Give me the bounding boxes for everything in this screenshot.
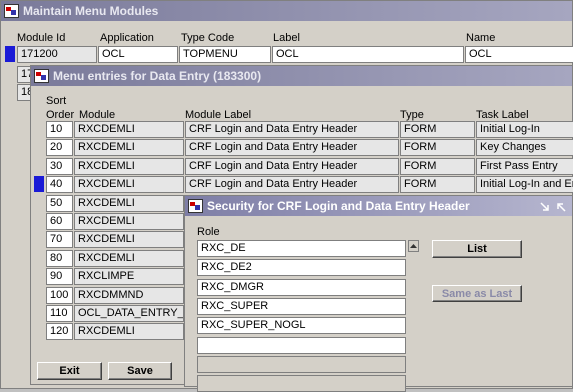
role-field[interactable] — [197, 355, 406, 373]
sort-order-field[interactable]: 60 — [46, 213, 73, 230]
sort-order-field[interactable]: 10 — [46, 121, 73, 138]
role-field[interactable] — [197, 336, 406, 354]
header-module-label: Module Label — [185, 109, 252, 121]
main-window-title: Maintain Menu Modules — [23, 4, 159, 18]
app-icon — [4, 4, 19, 18]
role-field[interactable]: RXC_SUPER — [197, 297, 406, 315]
module-field[interactable]: RXCDEMLI — [74, 323, 184, 341]
app-icon — [34, 69, 49, 83]
role-field[interactable]: RXC_DE2 — [197, 259, 406, 277]
header-type-code: Type Code — [181, 32, 235, 44]
header-sort: Sort — [46, 95, 67, 107]
application-field[interactable]: OCL — [98, 46, 178, 63]
module-field[interactable]: RXCDEMLI — [74, 157, 184, 175]
module-label-field[interactable]: CRF Login and Data Entry Header — [185, 121, 399, 138]
header-name: Name — [466, 32, 496, 44]
exit-button[interactable]: Exit — [37, 362, 102, 380]
sort-order-field[interactable]: 80 — [46, 249, 73, 267]
module-field[interactable]: RXCDEMLI — [74, 176, 184, 194]
header-role: Role — [197, 226, 220, 238]
type-code-field[interactable]: TOPMENU — [179, 46, 271, 63]
module-field[interactable]: RXCDEMLI — [74, 231, 184, 249]
name-field[interactable]: OCL — [465, 46, 573, 63]
module-field[interactable]: RXCDEMLI — [74, 121, 184, 138]
same-as-last-button[interactable]: Same as Last — [432, 285, 522, 302]
module-field[interactable]: RXCDEMLI — [74, 194, 184, 212]
sort-order-field[interactable]: 100 — [46, 286, 73, 304]
type-field[interactable]: FORM — [400, 139, 475, 157]
task-label-field[interactable]: Initial Log-In — [476, 121, 573, 138]
save-button[interactable]: Save — [108, 362, 172, 380]
module-label-field[interactable]: CRF Login and Data Entry Header — [185, 176, 399, 194]
sort-order-field[interactable]: 20 — [46, 139, 73, 157]
module-field[interactable]: RXCDEMLI — [74, 213, 184, 230]
sort-order-field[interactable]: 120 — [46, 323, 73, 341]
maximize-icon[interactable] — [555, 199, 567, 212]
module-field[interactable]: OCL_DATA_ENTRY_R — [74, 305, 184, 322]
menu-entries-title: Menu entries for Data Entry (183300) — [53, 69, 262, 83]
label-field[interactable]: OCL — [272, 46, 464, 63]
current-record-indicator — [5, 46, 15, 62]
app-icon — [188, 199, 203, 213]
security-window: Security for CRF Login and Data Entry He… — [184, 195, 573, 392]
module-id-field[interactable]: 171200 — [17, 46, 97, 63]
sort-order-field[interactable]: 110 — [46, 305, 73, 322]
sort-order-field[interactable]: 40 — [46, 176, 73, 194]
security-title: Security for CRF Login and Data Entry He… — [207, 199, 470, 213]
task-label-field[interactable]: Initial Log-In and En — [476, 176, 573, 194]
module-label-field[interactable]: CRF Login and Data Entry Header — [185, 139, 399, 157]
header-order: Order — [46, 109, 75, 121]
menu-entries-title-bar[interactable]: Menu entries for Data Entry (183300) — [31, 66, 572, 86]
list-button[interactable]: List — [432, 240, 522, 258]
role-field[interactable]: RXC_DE — [197, 240, 406, 257]
header-task-label: Task Label — [476, 109, 529, 121]
role-field[interactable]: RXC_DMGR — [197, 278, 406, 296]
current-record-indicator — [34, 176, 44, 193]
type-field[interactable]: FORM — [400, 121, 475, 138]
type-field[interactable]: FORM — [400, 157, 475, 175]
module-field[interactable]: RXCDMMND — [74, 286, 184, 304]
header-label: Label — [273, 32, 300, 44]
task-label-field[interactable]: Key Changes — [476, 139, 573, 157]
role-field[interactable] — [197, 375, 406, 392]
main-title-bar[interactable]: Maintain Menu Modules — [1, 1, 572, 21]
sort-order-field[interactable]: 30 — [46, 157, 73, 175]
scroll-up-icon[interactable] — [408, 240, 419, 252]
header-application: Application — [100, 32, 154, 44]
header-type: Type — [400, 109, 424, 121]
security-title-bar[interactable]: Security for CRF Login and Data Entry He… — [185, 196, 572, 216]
sort-order-field[interactable]: 90 — [46, 268, 73, 286]
minimize-icon[interactable] — [539, 199, 551, 211]
type-field[interactable]: FORM — [400, 176, 475, 194]
module-field[interactable]: RXCDEMLI — [74, 249, 184, 267]
header-module: Module — [79, 109, 116, 121]
sort-order-field[interactable]: 70 — [46, 231, 73, 249]
module-field[interactable]: RXCDEMLI — [74, 139, 184, 157]
module-field[interactable]: RXCLIMPE — [74, 268, 184, 286]
role-field[interactable]: RXC_SUPER_NOGL — [197, 317, 406, 335]
sort-order-field[interactable]: 50 — [46, 194, 73, 212]
task-label-field[interactable]: First Pass Entry — [476, 157, 573, 175]
header-module-id: Module Id — [17, 32, 66, 44]
module-label-field[interactable]: CRF Login and Data Entry Header — [185, 157, 399, 175]
